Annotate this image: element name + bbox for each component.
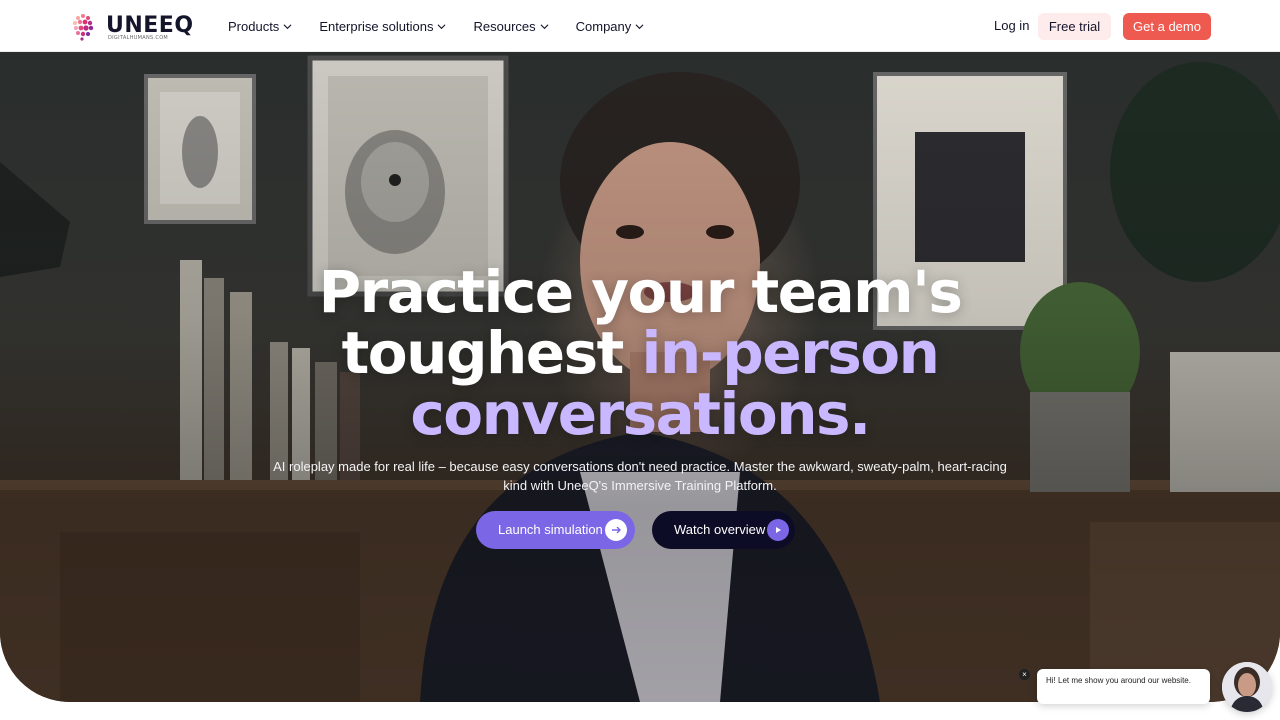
hero-headline: Practice your team's toughest in-person … (240, 262, 1040, 445)
chevron-down-icon (635, 23, 644, 29)
headline-line-1: Practice your team's (318, 258, 963, 326)
arrow-right-icon (605, 519, 627, 541)
login-link[interactable]: Log in (994, 18, 1029, 33)
chat-avatar[interactable] (1222, 662, 1272, 712)
nav-enterprise-solutions[interactable]: Enterprise solutions (319, 0, 446, 52)
chevron-down-icon (438, 23, 446, 29)
launch-simulation-button[interactable]: Launch simulation (476, 511, 635, 549)
nav-resources[interactable]: Resources (473, 0, 549, 52)
uneeq-logo[interactable]: UNEEQ DIGITALHUMANS.COM (68, 10, 196, 44)
logo-tagline: DIGITALHUMANS.COM (108, 35, 169, 41)
nav-products[interactable]: Products (228, 0, 292, 52)
nav-enterprise-label: Enterprise solutions (319, 18, 434, 34)
nav-company[interactable]: Company (576, 0, 645, 52)
launch-simulation-label: Launch simulation (498, 522, 603, 537)
free-trial-button[interactable]: Free trial (1038, 13, 1111, 40)
site-header: UNEEQ DIGITALHUMANS.COM Products Enterpr… (0, 0, 1280, 52)
digital-human-avatar-icon (1222, 662, 1272, 712)
chevron-down-icon (283, 23, 292, 29)
headline-line-2: toughest in-person (240, 323, 1040, 384)
get-demo-button[interactable]: Get a demo (1123, 13, 1211, 40)
headline-in-person: in-person (641, 319, 940, 387)
watch-overview-button[interactable]: Watch overview (652, 511, 795, 549)
hero-subtext: AI roleplay made for real life – because… (273, 459, 1007, 493)
nav-company-label: Company (575, 18, 632, 34)
headline-line-3: conversations. (410, 380, 871, 448)
play-icon (767, 519, 789, 541)
nav-products-label: Products (228, 18, 280, 34)
chat-greeting-bubble[interactable]: Hi! Let me show you around our website. (1037, 669, 1210, 704)
headline-toughest: toughest (341, 319, 642, 387)
nav-resources-label: Resources (473, 18, 536, 34)
chat-close-icon[interactable]: × (1019, 669, 1030, 680)
main-nav: Products Enterprise solutions Resources … (228, 0, 671, 52)
chevron-down-icon (540, 23, 549, 29)
watch-overview-label: Watch overview (674, 522, 766, 537)
logo-dots-icon (73, 14, 94, 41)
